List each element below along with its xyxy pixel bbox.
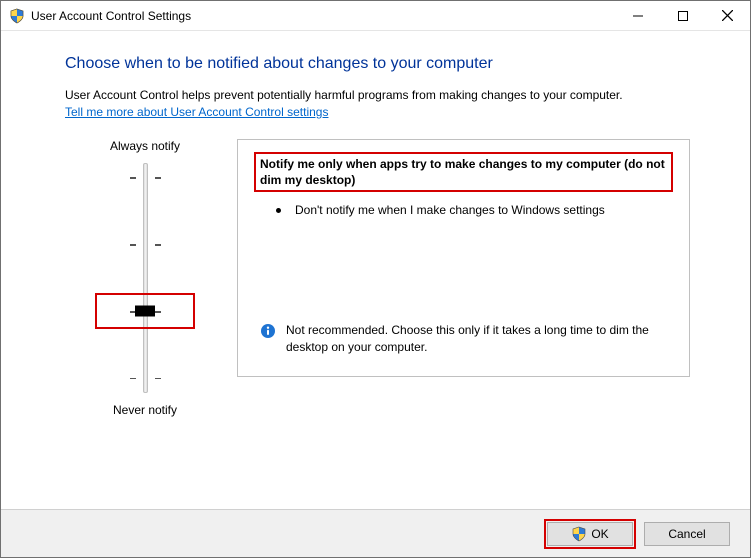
ok-button[interactable]: OK bbox=[547, 522, 633, 546]
page-description: User Account Control helps prevent poten… bbox=[65, 87, 690, 121]
slider-thumb[interactable] bbox=[135, 306, 155, 317]
panel-bullet-text: Don't notify me when I make changes to W… bbox=[295, 202, 605, 219]
panel-recommendation-text: Not recommended. Choose this only if it … bbox=[286, 322, 663, 356]
panel-recommendation: Not recommended. Choose this only if it … bbox=[254, 322, 673, 364]
notification-slider[interactable] bbox=[115, 163, 175, 393]
cancel-button-label: Cancel bbox=[668, 527, 705, 541]
highlight-ok-button: OK bbox=[544, 519, 636, 549]
content-area: Choose when to be notified about changes… bbox=[1, 31, 750, 509]
highlight-panel-title: Notify me only when apps try to make cha… bbox=[254, 152, 673, 192]
uac-shield-icon bbox=[9, 8, 25, 24]
notification-slider-area: Always notify Never notify bbox=[65, 139, 225, 417]
dialog-footer: OK Cancel bbox=[1, 509, 750, 557]
learn-more-link[interactable]: Tell me more about User Account Control … bbox=[65, 104, 328, 121]
slider-bottom-label: Never notify bbox=[113, 403, 177, 417]
ok-button-label: OK bbox=[591, 527, 608, 541]
bullet-icon bbox=[276, 208, 281, 213]
notification-description-panel: Notify me only when apps try to make cha… bbox=[237, 139, 690, 377]
uac-settings-window: User Account Control Settings Choose whe… bbox=[0, 0, 751, 558]
panel-title: Notify me only when apps try to make cha… bbox=[256, 154, 671, 190]
window-title: User Account Control Settings bbox=[31, 9, 191, 23]
close-button[interactable] bbox=[705, 1, 750, 30]
info-icon bbox=[260, 323, 276, 339]
minimize-button[interactable] bbox=[615, 1, 660, 30]
page-heading: Choose when to be notified about changes… bbox=[65, 55, 690, 73]
uac-shield-icon bbox=[571, 526, 587, 542]
description-text: User Account Control helps prevent poten… bbox=[65, 88, 623, 102]
slider-top-label: Always notify bbox=[110, 139, 180, 153]
maximize-button[interactable] bbox=[660, 1, 705, 30]
titlebar: User Account Control Settings bbox=[1, 1, 750, 31]
panel-bullet: Don't notify me when I make changes to W… bbox=[254, 202, 673, 219]
cancel-button[interactable]: Cancel bbox=[644, 522, 730, 546]
